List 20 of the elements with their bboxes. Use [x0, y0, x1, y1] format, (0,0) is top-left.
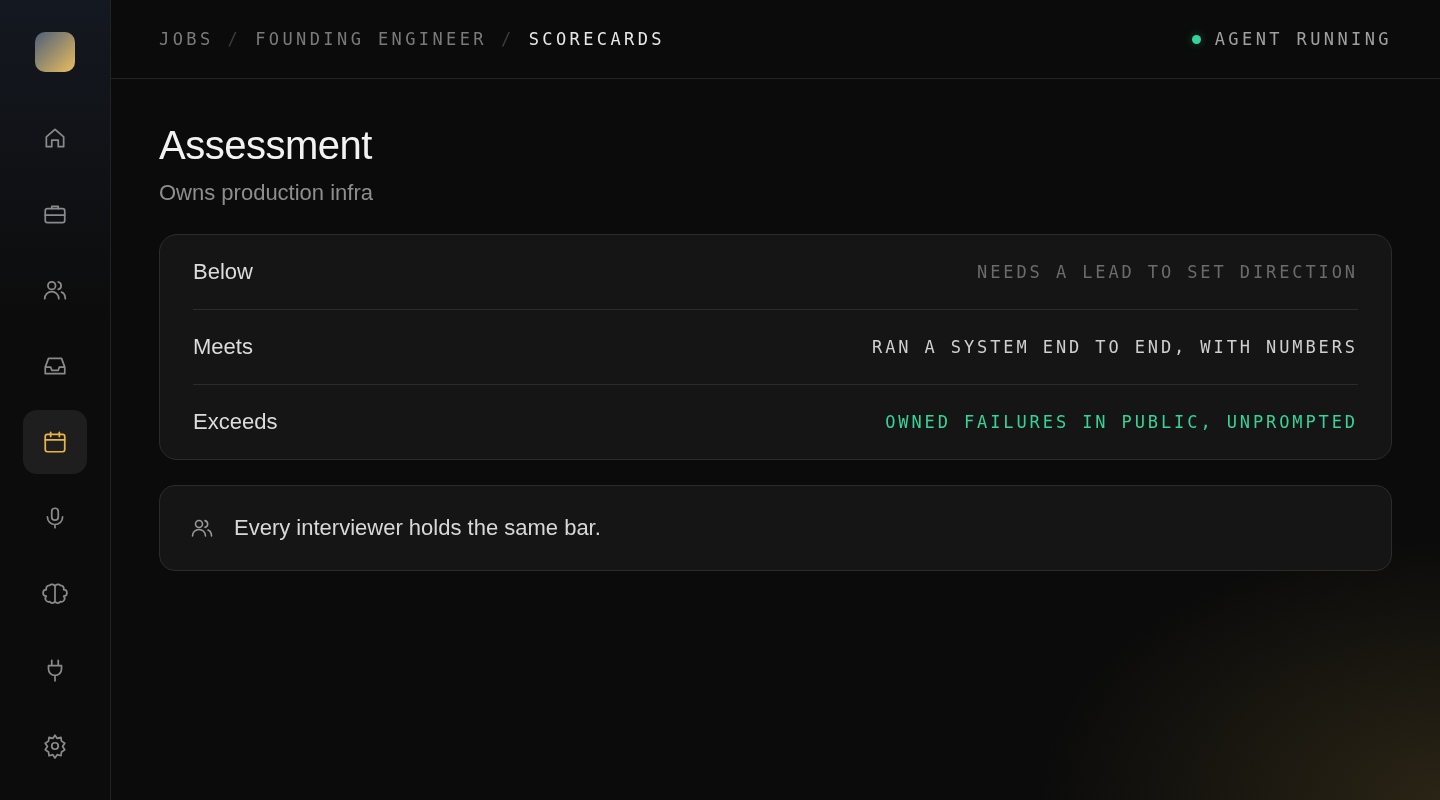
breadcrumb-separator: /: [501, 29, 515, 49]
level-description: OWNED FAILURES IN PUBLIC, UNPROMPTED: [885, 412, 1358, 432]
calendar-icon: [42, 429, 68, 455]
page-title: Assessment: [159, 123, 373, 168]
page-subtitle: Owns production infra: [159, 180, 374, 206]
settings-icon: [42, 733, 68, 759]
level-description: NEEDS A LEAD TO SET DIRECTION: [977, 262, 1358, 282]
breadcrumb-separator: /: [227, 29, 242, 49]
breadcrumb-link[interactable]: SCORECARDS: [528, 29, 665, 49]
level-name: Exceeds: [193, 409, 278, 435]
breadcrumb-link[interactable]: JOBS: [159, 29, 214, 49]
note-text: Every interviewer holds the same bar.: [234, 515, 601, 541]
brain-icon: [42, 581, 68, 607]
breadcrumb-link[interactable]: FOUNDING ENGINEER: [255, 29, 487, 49]
app-logo[interactable]: [35, 32, 75, 72]
sidebar-item[interactable]: [23, 410, 87, 474]
status-label: AGENT RUNNING: [1214, 29, 1392, 49]
level-description: RAN A SYSTEM END TO END, WITH NUMBERS: [872, 337, 1358, 357]
level-name: Meets: [193, 334, 253, 360]
level-name: Below: [193, 259, 253, 285]
